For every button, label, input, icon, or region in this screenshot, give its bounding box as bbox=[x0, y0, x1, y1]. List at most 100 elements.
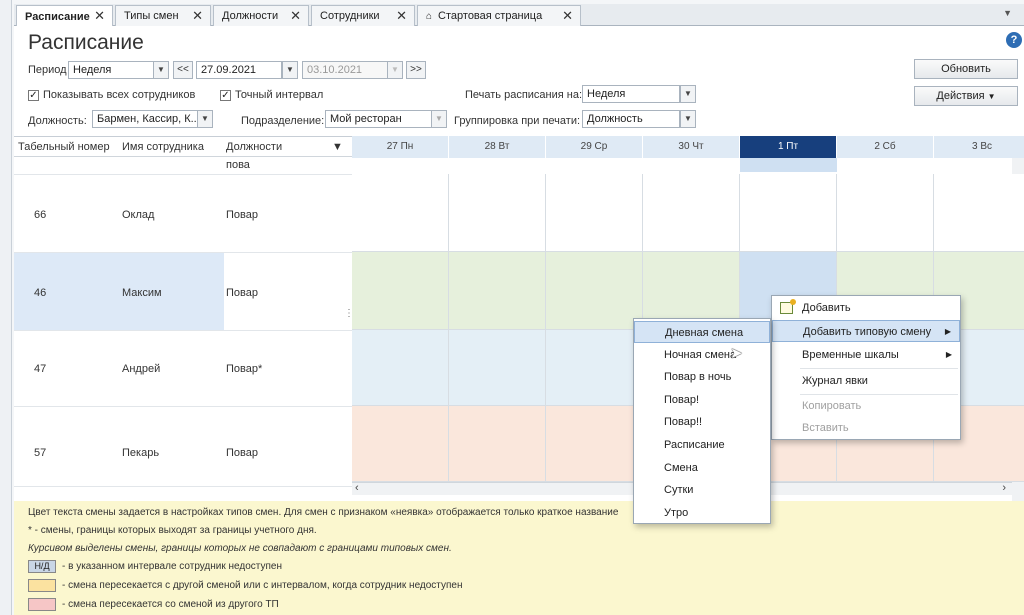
tab-start-page[interactable]: ⌂ Стартовая страница ✕ bbox=[417, 5, 581, 26]
position-select[interactable]: Бармен, Кассир, К... bbox=[92, 110, 198, 128]
period-select[interactable]: Неделя bbox=[68, 61, 154, 79]
filter-icon[interactable]: ▼ bbox=[332, 141, 343, 153]
help-icon[interactable]: ? bbox=[1006, 32, 1022, 48]
actions-button[interactable]: Действия ▼ bbox=[914, 86, 1018, 106]
schedule-cell[interactable] bbox=[740, 174, 837, 252]
chevron-down-icon[interactable]: ▼ bbox=[153, 61, 169, 79]
schedule-cell[interactable] bbox=[449, 174, 546, 252]
schedule-cell[interactable] bbox=[546, 330, 643, 406]
menu-item-label: Копировать bbox=[802, 400, 862, 412]
schedule-cell[interactable] bbox=[546, 406, 643, 482]
day-header[interactable]: 2 Сб bbox=[837, 136, 934, 158]
submenu-item[interactable]: Повар! bbox=[634, 389, 770, 411]
chevron-down-icon[interactable]: ▼ bbox=[282, 61, 298, 79]
tab-label: Расписание bbox=[25, 10, 90, 23]
day-header[interactable]: 30 Чт bbox=[643, 136, 740, 158]
schedule-cell[interactable] bbox=[837, 174, 934, 252]
print-for-select[interactable]: Неделя bbox=[582, 85, 680, 103]
menu-item-time-scales[interactable]: Временные шкалы ▶ bbox=[772, 344, 960, 366]
position-cell: Повар bbox=[226, 447, 258, 459]
exact-interval-checkbox[interactable]: ✓ bbox=[220, 90, 231, 101]
schedule-cell[interactable] bbox=[352, 330, 449, 406]
submenu-item[interactable]: Сутки bbox=[634, 479, 770, 501]
close-icon[interactable]: ✕ bbox=[192, 8, 203, 24]
table-row[interactable]: 66 Оклад Повар bbox=[14, 175, 352, 253]
chevron-down-icon[interactable]: ▼ bbox=[197, 110, 213, 128]
day-header[interactable]: 1 Пт bbox=[740, 136, 837, 158]
table-row[interactable]: 57 Пекарь Повар bbox=[14, 407, 352, 487]
legend-line-2: * - смены, границы которых выходят за гр… bbox=[28, 525, 317, 536]
menu-item-add[interactable]: Добавить bbox=[772, 297, 960, 319]
menu-item-label: Временные шкалы bbox=[802, 349, 899, 361]
day-header[interactable]: 28 Вт bbox=[449, 136, 546, 158]
schedule-cell[interactable] bbox=[352, 174, 449, 252]
table-row[interactable]: 46 Максим Повар bbox=[14, 253, 352, 331]
legend-line-3: Курсивом выделены смены, границы которых… bbox=[28, 543, 452, 554]
close-icon[interactable]: ✕ bbox=[94, 8, 105, 24]
schedule-cell[interactable] bbox=[546, 252, 643, 330]
division-select[interactable]: Мой ресторан bbox=[325, 110, 432, 128]
column-header-positions[interactable]: Должности bbox=[226, 141, 282, 153]
prev-period-button[interactable]: << bbox=[173, 61, 193, 79]
submenu-item[interactable]: Повар в ночь bbox=[634, 366, 770, 388]
chevron-down-icon[interactable]: ▼ bbox=[431, 110, 447, 128]
schedule-cell[interactable] bbox=[449, 406, 546, 482]
pink-legend-text: - смена пересекается со сменой из другог… bbox=[62, 599, 279, 610]
date-from-field[interactable]: 27.09.2021 bbox=[196, 61, 282, 79]
tab-schedule[interactable]: Расписание ✕ bbox=[16, 5, 113, 27]
home-icon: ⌂ bbox=[426, 10, 433, 22]
grouping-select[interactable]: Должность bbox=[582, 110, 680, 128]
submenu-item[interactable]: Утро bbox=[634, 502, 770, 524]
menu-item-add-typical-shift[interactable]: Добавить типовую смену ▶ bbox=[772, 320, 960, 342]
tab-positions[interactable]: Должности ✕ bbox=[213, 5, 309, 26]
position-cell: Повар bbox=[226, 209, 258, 221]
print-for-label: Печать расписания на: bbox=[465, 89, 583, 101]
schedule-cell[interactable] bbox=[643, 174, 740, 252]
schedule-cell[interactable] bbox=[449, 330, 546, 406]
submenu-item[interactable]: Смена bbox=[634, 457, 770, 479]
tab-label: Стартовая страница bbox=[438, 10, 543, 22]
submenu-item-label: Повар в ночь bbox=[664, 371, 732, 384]
tab-employees[interactable]: Сотрудники ✕ bbox=[311, 5, 415, 26]
chevron-down-icon[interactable]: ▼ bbox=[680, 85, 696, 103]
day-header[interactable]: 3 Вс bbox=[934, 136, 1024, 158]
position-cell: пова bbox=[226, 159, 250, 171]
scroll-right-icon[interactable]: › bbox=[1002, 482, 1006, 494]
submenu-item-label: Повар!! bbox=[664, 416, 703, 429]
close-icon[interactable]: ✕ bbox=[396, 8, 407, 24]
schedule-cell[interactable] bbox=[352, 252, 449, 330]
tab-shift-types[interactable]: Типы смен ✕ bbox=[115, 5, 211, 26]
day-header[interactable]: 29 Ср bbox=[546, 136, 643, 158]
submenu-item-label: Утро bbox=[664, 506, 689, 519]
next-period-button[interactable]: >> bbox=[406, 61, 426, 79]
submenu-item[interactable]: Ночная смена bbox=[634, 344, 770, 366]
column-header-id[interactable]: Табельный номер bbox=[18, 141, 110, 153]
schedule-cell[interactable] bbox=[449, 252, 546, 330]
page-title: Расписание bbox=[28, 31, 144, 54]
chevron-down-icon: ▼ bbox=[387, 61, 403, 79]
scroll-left-icon[interactable]: ‹ bbox=[355, 482, 359, 494]
close-icon[interactable]: ✕ bbox=[290, 8, 301, 24]
schedule-cell[interactable] bbox=[352, 406, 449, 482]
left-side-strip bbox=[0, 0, 12, 615]
tab-label: Типы смен bbox=[124, 10, 179, 22]
schedule-cell[interactable] bbox=[546, 174, 643, 252]
chevron-down-icon[interactable]: ▼ bbox=[680, 110, 696, 128]
id-cell: 47 bbox=[34, 363, 47, 375]
table-row[interactable]: 47 Андрей Повар* bbox=[14, 331, 352, 407]
show-all-checkbox[interactable]: ✓ bbox=[28, 90, 39, 101]
column-header-name[interactable]: Имя сотрудника bbox=[122, 141, 204, 153]
refresh-button[interactable]: Обновить bbox=[914, 59, 1018, 79]
close-icon[interactable]: ✕ bbox=[562, 8, 573, 24]
schedule-cell[interactable] bbox=[934, 174, 1024, 252]
day-header[interactable]: 27 Пн bbox=[352, 136, 449, 158]
position-cell: Повар* bbox=[226, 363, 263, 375]
menu-item-copy: Копировать bbox=[772, 395, 960, 417]
menu-item-attendance-log[interactable]: Журнал явки bbox=[772, 370, 960, 392]
division-label: Подразделение: bbox=[241, 115, 325, 127]
submenu-item[interactable]: Дневная смена bbox=[634, 321, 770, 343]
grouping-label: Группировка при печати: bbox=[454, 115, 581, 127]
submenu-item[interactable]: Расписание bbox=[634, 434, 770, 456]
submenu-item[interactable]: Повар!! bbox=[634, 411, 770, 433]
tab-list-chevron-icon[interactable]: ▼ bbox=[1003, 8, 1012, 18]
